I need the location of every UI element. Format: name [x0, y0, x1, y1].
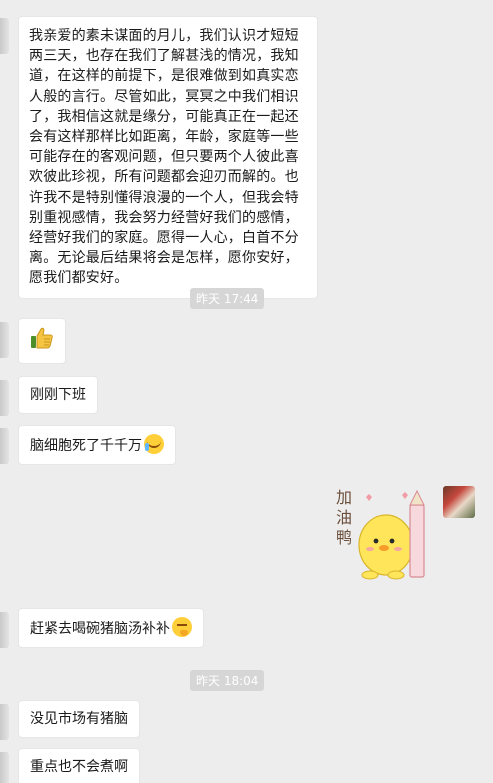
- message-bubble[interactable]: [18, 318, 66, 364]
- message-bubble[interactable]: 重点也不会煮啊: [18, 748, 140, 783]
- sticker-text: 加: [336, 488, 352, 507]
- message-text: 没见市场有猪脑: [30, 711, 128, 727]
- avatar[interactable]: [0, 18, 9, 54]
- message-text: 我亲爱的素未谋面的月儿，我们认识才短短两三天，也存在我们了解甚浅的情况，我知道，…: [29, 28, 299, 287]
- message-text: 赶紧去喝碗猪脑汤补补: [30, 621, 170, 637]
- message-text: 重点也不会煮啊: [30, 759, 128, 775]
- thinking-face-emoji-icon: [172, 617, 192, 637]
- message-text: 脑细胞死了千千万: [30, 438, 142, 454]
- message-text: 刚刚下班: [30, 387, 86, 403]
- crying-laughing-emoji-icon: [144, 434, 164, 454]
- avatar[interactable]: [443, 486, 475, 518]
- avatar[interactable]: [0, 322, 9, 358]
- avatar[interactable]: [0, 612, 9, 648]
- avatar[interactable]: [0, 428, 9, 464]
- avatar[interactable]: [0, 704, 9, 740]
- message-bubble[interactable]: 没见市场有猪脑: [18, 700, 140, 738]
- timestamp: 昨天 17:44: [190, 288, 265, 309]
- message-bubble[interactable]: 我亲爱的素未谋面的月儿，我们认识才短短两三天，也存在我们了解甚浅的情况，我知道，…: [18, 16, 318, 299]
- timestamp: 昨天 18:04: [190, 670, 265, 691]
- avatar[interactable]: [0, 380, 9, 416]
- message-bubble[interactable]: 脑细胞死了千千万: [18, 425, 176, 465]
- message-bubble[interactable]: 赶紧去喝碗猪脑汤补补: [18, 608, 204, 648]
- chick-pencil-sticker-icon[interactable]: 加 油 鸭: [330, 483, 435, 588]
- avatar[interactable]: [0, 752, 9, 783]
- thumbs-up-icon: [29, 325, 55, 351]
- svg-text:油: 油: [336, 508, 352, 527]
- message-bubble[interactable]: 刚刚下班: [18, 376, 98, 414]
- svg-text:鸭: 鸭: [336, 528, 352, 547]
